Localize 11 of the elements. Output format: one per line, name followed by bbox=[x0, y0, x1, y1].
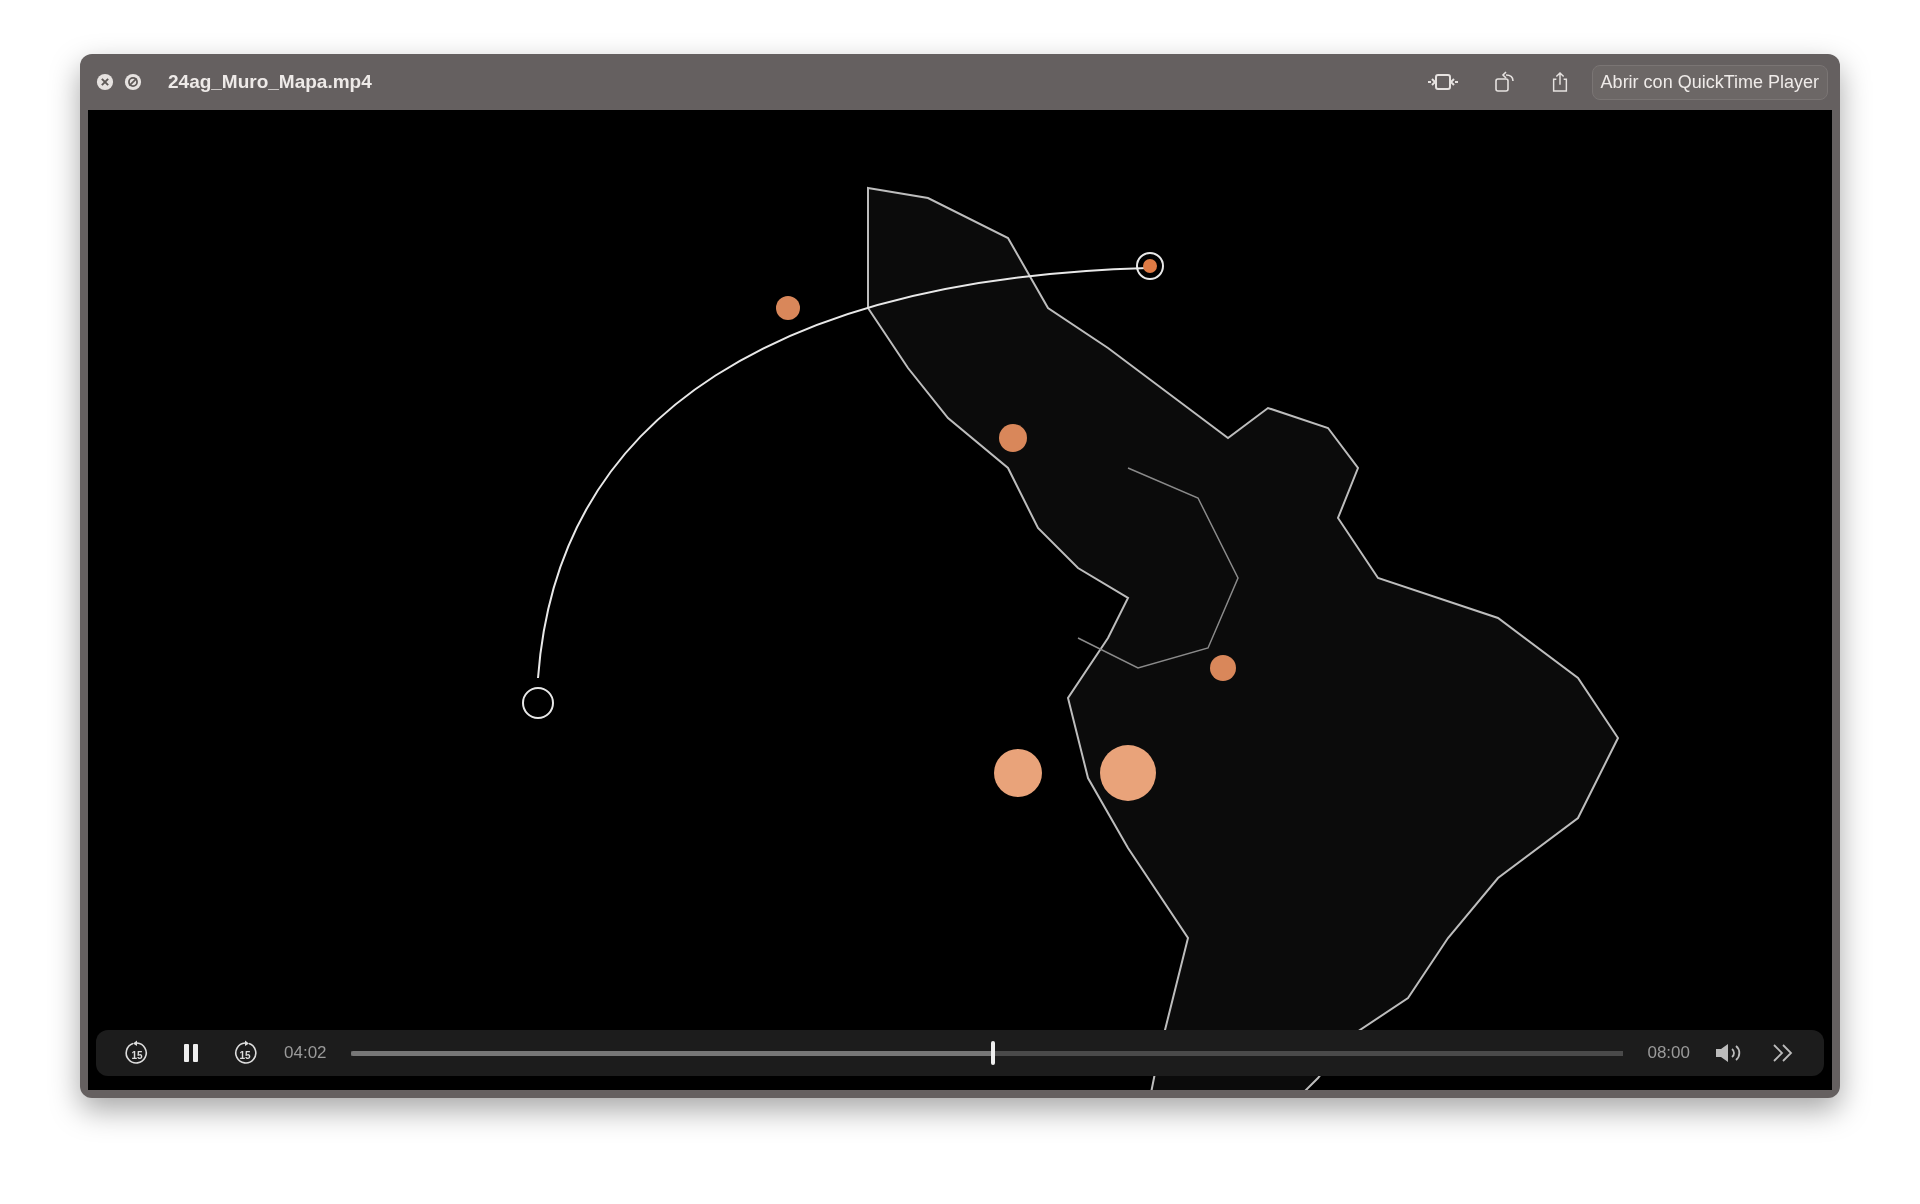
duration-time: 08:00 bbox=[1647, 1043, 1690, 1063]
window-title: 24ag_Muro_Mapa.mp4 bbox=[168, 71, 372, 93]
playhead-handle[interactable] bbox=[991, 1041, 996, 1065]
skip-forward-button[interactable]: 15 bbox=[230, 1038, 260, 1068]
rotate-button[interactable] bbox=[1493, 71, 1516, 93]
open-with-button[interactable]: Abrir con QuickTime Player bbox=[1591, 64, 1828, 100]
trim-button[interactable] bbox=[1425, 72, 1460, 92]
elapsed-time: 04:02 bbox=[284, 1043, 327, 1063]
fullscreen-button[interactable] bbox=[124, 73, 142, 91]
close-button[interactable] bbox=[96, 73, 114, 91]
skip-back-button[interactable]: 15 bbox=[122, 1038, 152, 1068]
